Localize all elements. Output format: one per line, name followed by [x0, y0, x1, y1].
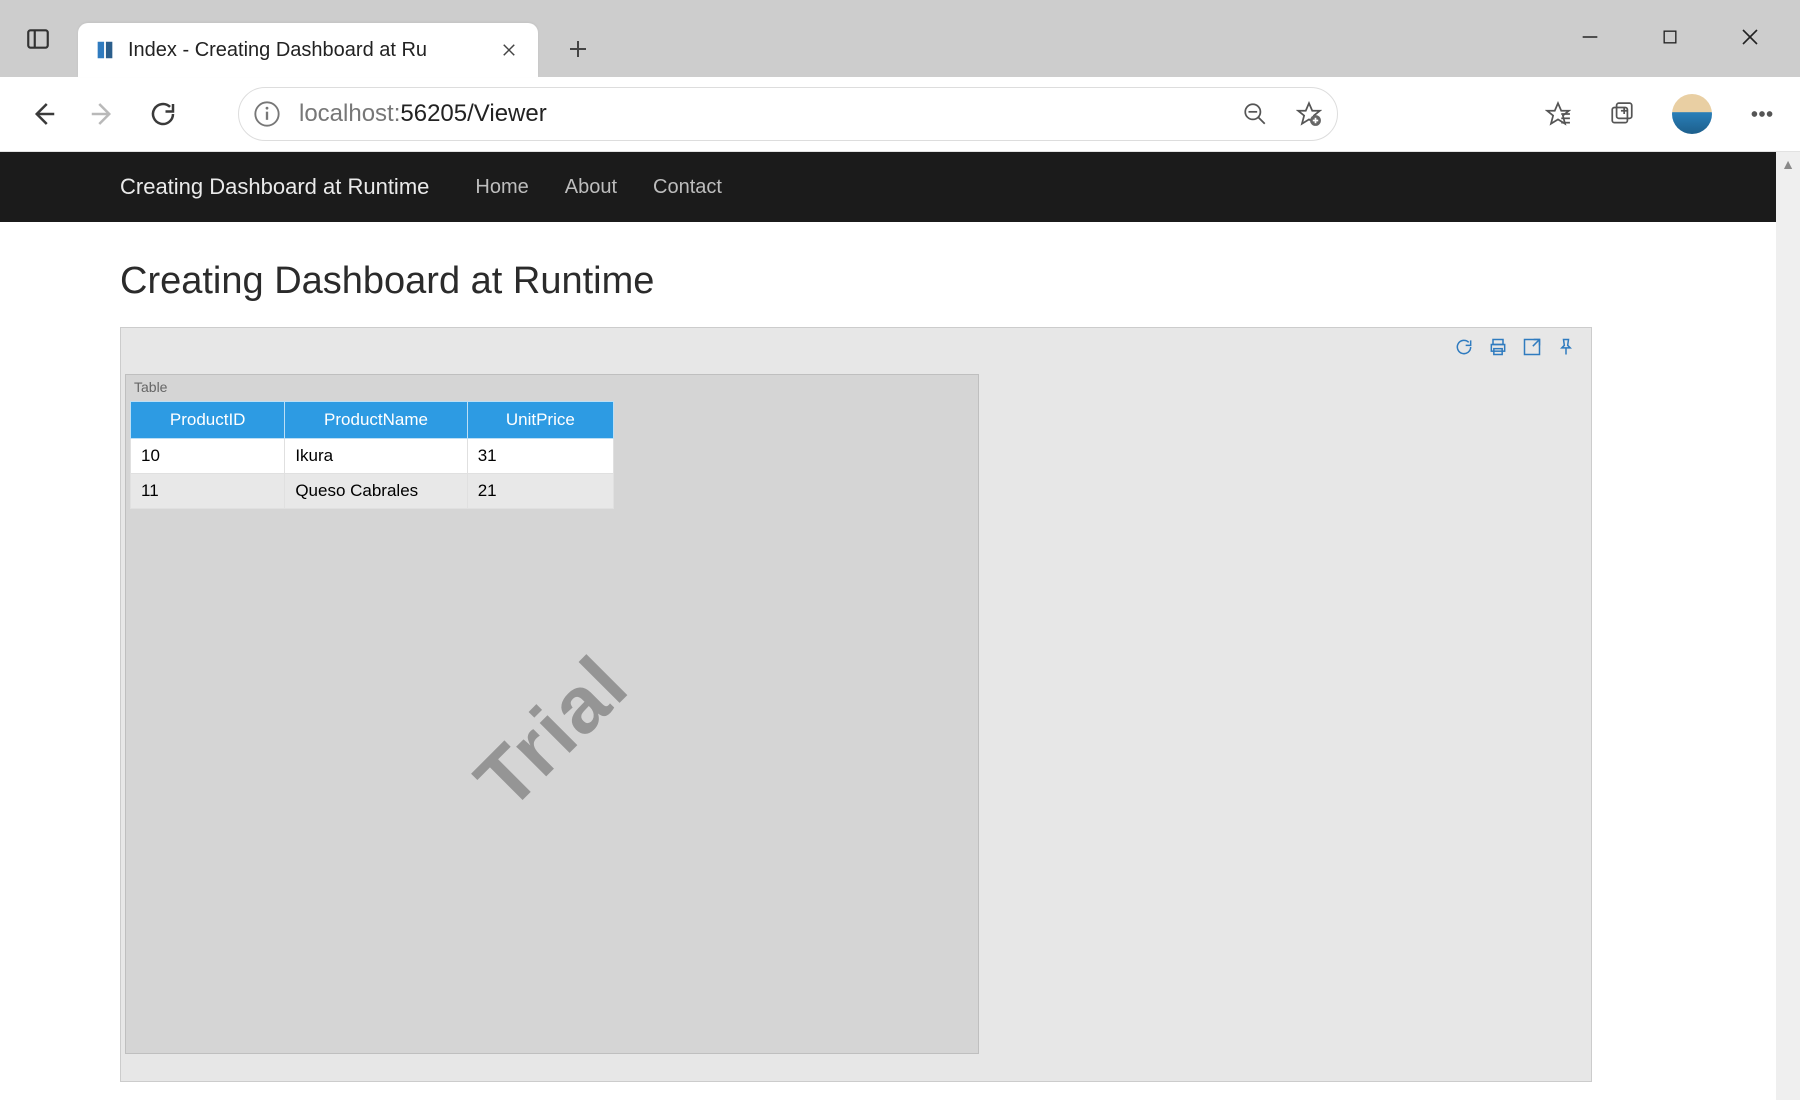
dashboard-fullscreen-icon[interactable] [1521, 336, 1543, 358]
trial-watermark: Trial [458, 638, 646, 826]
new-tab-button[interactable] [556, 27, 600, 71]
col-productid[interactable]: ProductID [131, 402, 285, 439]
table-header-row: ProductID ProductName UnitPrice [131, 402, 614, 439]
dashboard-print-icon[interactable] [1487, 336, 1509, 358]
cell-unitprice: 31 [467, 439, 613, 474]
cell-productname: Queso Cabrales [285, 474, 467, 509]
maximize-button[interactable] [1650, 17, 1690, 57]
window-controls [1570, 17, 1770, 57]
site-navbar: Creating Dashboard at Runtime Home About… [0, 152, 1800, 222]
forward-button[interactable] [78, 89, 128, 139]
back-button[interactable] [18, 89, 68, 139]
address-row: localhost:56205/Viewer [0, 77, 1800, 152]
page-content: Creating Dashboard at Runtime Home About… [0, 152, 1800, 1100]
close-window-button[interactable] [1730, 17, 1770, 57]
cell-productid: 10 [131, 439, 285, 474]
favicon-icon [94, 39, 116, 61]
collections-icon[interactable] [1608, 100, 1636, 128]
site-info-icon[interactable] [253, 100, 281, 128]
cell-productid: 11 [131, 474, 285, 509]
tab-title: Index - Creating Dashboard at Ru [128, 39, 427, 62]
table-widget: Table ProductID ProductName UnitPrice 10 [125, 374, 979, 1054]
nav-home[interactable]: Home [475, 176, 528, 199]
close-tab-button[interactable] [494, 35, 524, 65]
zoom-out-icon[interactable] [1241, 100, 1269, 128]
table-widget-title: Table [126, 375, 978, 399]
data-table: ProductID ProductName UnitPrice 10 Ikura… [130, 401, 614, 509]
table-row[interactable]: 10 Ikura 31 [131, 439, 614, 474]
url-path: 56205/Viewer [400, 100, 546, 127]
browser-tab[interactable]: Index - Creating Dashboard at Ru [78, 23, 538, 77]
browser-window: Index - Creating Dashboard at Ru localho… [0, 0, 1800, 1100]
nav-about[interactable]: About [565, 176, 617, 199]
tab-actions-button[interactable] [16, 17, 60, 61]
more-menu-icon[interactable] [1748, 100, 1776, 128]
site-brand[interactable]: Creating Dashboard at Runtime [120, 174, 429, 200]
vertical-scrollbar[interactable]: ▲ [1776, 152, 1800, 1100]
url-host: localhost: [299, 100, 400, 127]
address-bar[interactable]: localhost:56205/Viewer [238, 87, 1338, 141]
dashboard-panel: Table ProductID ProductName UnitPrice 10 [120, 327, 1592, 1082]
toolbar-right [1544, 94, 1776, 134]
col-productname[interactable]: ProductName [285, 402, 467, 439]
dashboard-refresh-icon[interactable] [1453, 336, 1475, 358]
col-unitprice[interactable]: UnitPrice [467, 402, 613, 439]
minimize-button[interactable] [1570, 17, 1610, 57]
scroll-up-icon[interactable]: ▲ [1776, 152, 1800, 176]
title-bar: Index - Creating Dashboard at Ru [0, 0, 1800, 77]
refresh-button[interactable] [138, 89, 188, 139]
profile-avatar[interactable] [1672, 94, 1712, 134]
page-body: Creating Dashboard at Runtime Table Prod… [0, 222, 1800, 1082]
table-row[interactable]: 11 Queso Cabrales 21 [131, 474, 614, 509]
favorites-icon[interactable] [1544, 100, 1572, 128]
nav-contact[interactable]: Contact [653, 176, 722, 199]
cell-unitprice: 21 [467, 474, 613, 509]
url-text: localhost:56205/Viewer [299, 100, 547, 128]
cell-productname: Ikura [285, 439, 467, 474]
dashboard-toolbar [1453, 336, 1577, 358]
page-heading: Creating Dashboard at Runtime [120, 260, 1680, 303]
dashboard-pin-icon[interactable] [1555, 336, 1577, 358]
add-favorite-icon[interactable] [1295, 100, 1323, 128]
